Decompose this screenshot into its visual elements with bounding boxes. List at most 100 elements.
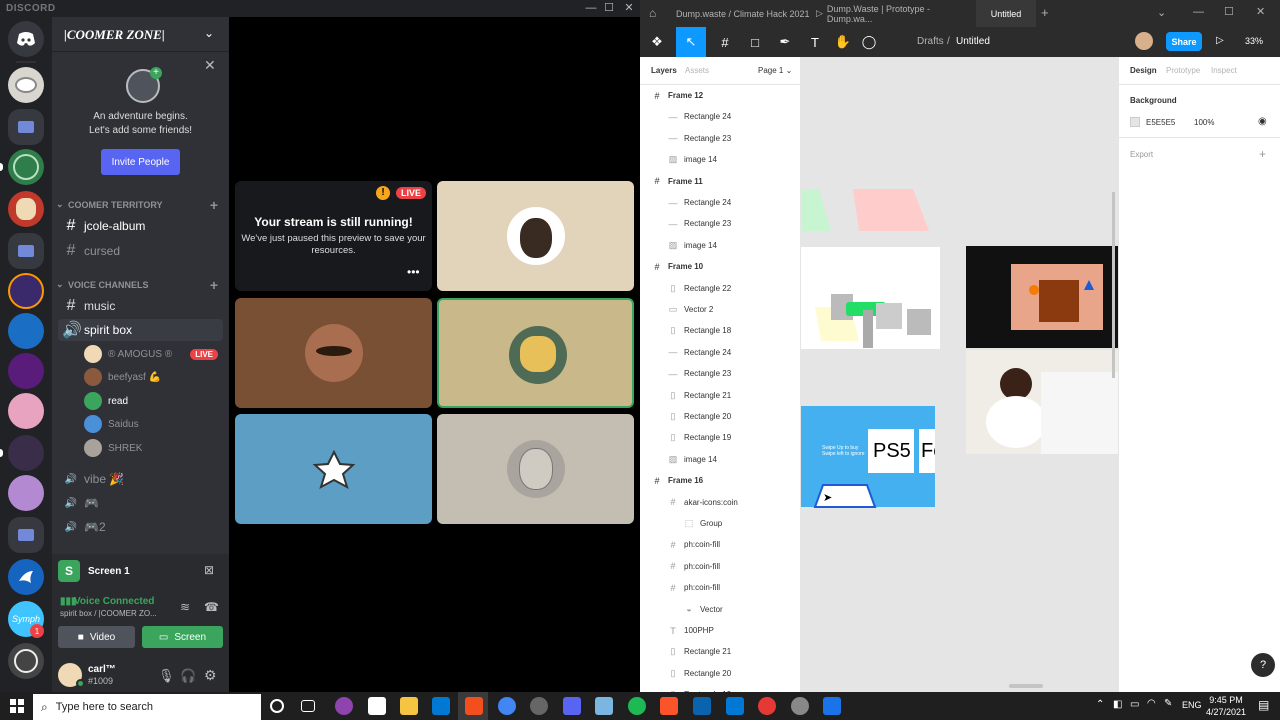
chrome-icon[interactable] — [498, 697, 516, 715]
mail-icon[interactable] — [693, 697, 711, 715]
file-name[interactable]: Untitled — [956, 36, 990, 47]
guild-green-seal[interactable] — [8, 149, 44, 185]
screen-button[interactable]: ▭ Screen — [142, 626, 223, 648]
video-button[interactable]: ■ Video — [58, 626, 135, 648]
layer-row[interactable]: ▨ image 14 — [640, 149, 801, 170]
app-icon[interactable] — [563, 697, 581, 715]
assets-tab[interactable]: Assets — [685, 66, 709, 75]
guild-anime[interactable] — [8, 475, 44, 511]
layer-row[interactable]: # ph:coin-fill — [640, 556, 801, 577]
guild-blue-bird[interactable] — [8, 559, 44, 595]
tab-untitled[interactable]: Untitled — [976, 0, 1036, 27]
main-menu-icon[interactable]: ❖ — [644, 27, 670, 57]
category-coomer-territory[interactable]: ⌄ COOMER TERRITORY + — [56, 197, 226, 213]
comment-tool-icon[interactable]: ◯ — [856, 27, 882, 57]
color-swatch[interactable] — [1130, 117, 1140, 127]
layer-row[interactable]: ▯ Rectangle 21 — [640, 641, 801, 662]
layer-row[interactable]: ◒ Vector — [640, 599, 801, 620]
disconnect-icon[interactable]: ☎ — [204, 600, 219, 614]
voice-user[interactable]: ® AMOGUS ® LIVE — [84, 343, 224, 365]
voice-user[interactable]: beefyasf 💪 — [84, 366, 224, 388]
channel-cursed[interactable]: # cursed — [58, 240, 223, 262]
chevron-down-icon[interactable]: ⌄ — [1157, 6, 1166, 19]
layer-row[interactable]: # Frame 11 — [640, 171, 801, 192]
home-icon[interactable]: ⌂ — [649, 6, 656, 20]
guild-wolf[interactable] — [8, 435, 44, 471]
layer-row[interactable]: # ph:coin-fill — [640, 534, 801, 555]
layer-row[interactable]: ▯ Rectangle 21 — [640, 385, 801, 406]
channel-jcole-album[interactable]: # jcole-album — [58, 215, 223, 237]
layer-row[interactable]: ▯ Rectangle 20 — [640, 663, 801, 684]
user-tile[interactable] — [437, 181, 634, 291]
notification-icon[interactable]: ▤ — [1258, 698, 1269, 712]
layer-row[interactable]: # Frame 16 — [640, 470, 801, 491]
layer-row[interactable]: ▭ Vector 2 — [640, 299, 801, 320]
layer-row[interactable]: — Rectangle 23 — [640, 363, 801, 384]
noise-suppression-icon[interactable]: ≋ — [180, 600, 190, 614]
voice-channel-game2[interactable]: 🔊 🎮2 — [58, 516, 223, 538]
layer-row[interactable]: — Rectangle 24 — [640, 192, 801, 213]
stream-paused-tile[interactable]: ! LIVE Your stream is still running! We'… — [235, 181, 432, 291]
rectangle-tool-icon[interactable]: □ — [742, 27, 768, 57]
frame-tool-icon[interactable]: # — [712, 27, 738, 57]
tab-prototype[interactable]: ▷ Dump.Waste | Prototype - Dump.wa... — [816, 0, 976, 27]
add-export-icon[interactable]: + — [1259, 147, 1266, 161]
app-icon[interactable] — [595, 697, 613, 715]
brave-icon[interactable] — [660, 697, 678, 715]
layer-row[interactable]: ▯Rectangle 19 — [640, 427, 801, 448]
clock-time[interactable]: 9:45 PM — [1208, 695, 1244, 705]
layer-row[interactable]: — Rectangle 24 — [640, 342, 801, 363]
headphones-icon[interactable]: 🎧 — [180, 668, 196, 684]
guild-arch[interactable] — [8, 273, 44, 309]
layer-row[interactable]: ▯ Rectangle 20 — [640, 406, 801, 427]
folder-icon[interactable] — [8, 233, 44, 269]
new-tab-icon[interactable]: + — [1041, 5, 1049, 20]
app-icon[interactable] — [530, 697, 548, 715]
voice-user[interactable]: SHREK — [84, 437, 224, 459]
background-hex[interactable]: E5E5E5 — [1146, 118, 1175, 127]
tray-icon[interactable]: ◧ — [1113, 699, 1122, 710]
help-button[interactable]: ? — [1251, 653, 1275, 677]
minimize-icon[interactable]: — — [1193, 6, 1204, 18]
layer-row[interactable]: # akar-icons:coin — [640, 492, 801, 513]
gear-icon[interactable]: ⚙ — [204, 667, 217, 684]
page-selector[interactable]: Page 1 ⌄ — [758, 66, 792, 75]
layer-row[interactable]: ▯ Rectangle 18 — [640, 320, 801, 341]
stop-stream-icon[interactable]: ⊠ — [204, 563, 214, 577]
figma-icon[interactable] — [465, 697, 483, 715]
spotify-icon[interactable] — [628, 697, 646, 715]
vscode-icon[interactable] — [432, 697, 450, 715]
more-options-icon[interactable]: ••• — [407, 265, 420, 279]
channel-music[interactable]: # music — [58, 295, 223, 317]
text-tool-icon[interactable]: T — [802, 27, 828, 57]
guild-heart[interactable] — [8, 643, 44, 679]
layer-row[interactable]: ▯Rectangle 19 — [640, 684, 801, 692]
taskbar-search[interactable]: ⌕ Type here to search — [33, 694, 261, 720]
app-icon[interactable] — [758, 697, 776, 715]
add-channel-icon[interactable]: + — [210, 277, 218, 293]
tray-chevron-icon[interactable]: ⌃ — [1096, 699, 1104, 710]
layer-row[interactable]: # Frame 10 — [640, 256, 801, 277]
prototype-tab[interactable]: Prototype — [1166, 66, 1200, 75]
layer-row[interactable]: # ph:coin-fill — [640, 577, 801, 598]
hand-tool-icon[interactable]: ✋ — [830, 27, 856, 57]
design-tab[interactable]: Design — [1130, 66, 1157, 75]
home-discord-icon[interactable] — [8, 21, 44, 57]
cortana-icon[interactable] — [270, 699, 284, 713]
guild-certified[interactable] — [8, 313, 44, 349]
user-tile[interactable] — [235, 414, 432, 524]
folder-icon[interactable] — [8, 517, 44, 553]
microphone-icon[interactable]: 🎙 — [158, 668, 175, 684]
chevron-down-icon[interactable]: ⌄ — [204, 26, 214, 40]
add-channel-icon[interactable]: + — [210, 197, 218, 213]
file-explorer-icon[interactable] — [400, 697, 418, 715]
pen-icon[interactable]: ✎ — [1164, 698, 1172, 709]
figma-canvas[interactable]: PS5 Fe Swipe Up to buy Swipe left to ign… — [801, 57, 1118, 692]
close-icon[interactable]: ✕ — [204, 57, 216, 74]
maximize-icon[interactable]: ☐ — [1224, 5, 1234, 18]
layer-row[interactable]: ▨ image 14 — [640, 449, 801, 470]
layer-row[interactable]: ▨ image 14 — [640, 235, 801, 256]
user-tile[interactable] — [235, 298, 432, 408]
calendar-icon[interactable] — [726, 697, 744, 715]
invite-people-button[interactable]: Invite People — [101, 149, 180, 175]
